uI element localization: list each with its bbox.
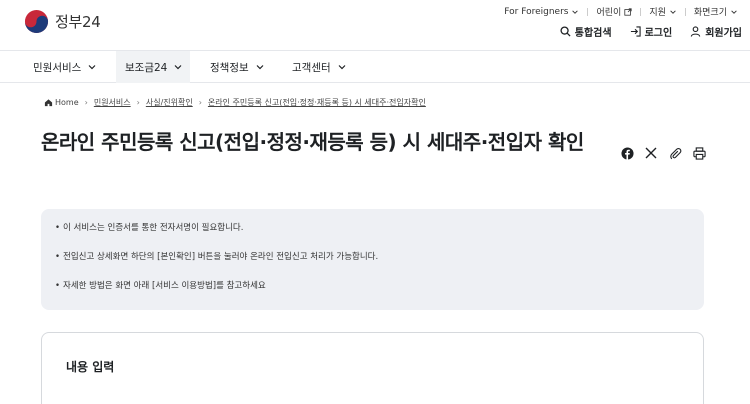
notice-item: 자세한 방법은 화면 아래 [서비스 이용방법]를 참고하세요 (55, 280, 690, 292)
nav-item-label: 고객센터 (292, 61, 331, 74)
for-foreigners-label: For Foreigners (504, 6, 569, 17)
copy-link-button[interactable] (668, 146, 682, 160)
header-actions: 통합검색 로그인 회원가입 (542, 24, 742, 39)
nav-item-policy-info[interactable]: 정책정보 (210, 51, 265, 83)
form-section-title: 내용 입력 (66, 360, 115, 374)
nav-item-civil-service[interactable]: 민원서비스 (33, 51, 97, 83)
site-logo[interactable]: 정부24 (24, 9, 101, 34)
kids-link[interactable]: 어린이 (596, 5, 632, 18)
login-button[interactable]: 로그인 (630, 24, 673, 39)
divider (684, 7, 686, 16)
breadcrumb-separator: › (198, 98, 202, 107)
search-button[interactable]: 통합검색 (560, 24, 612, 39)
input-form-card: 내용 입력 (41, 332, 704, 404)
chevron-down-icon (572, 9, 579, 14)
breadcrumb-home[interactable]: Home (55, 98, 79, 107)
breadcrumb: Home › 민원서비스 › 사실/진위확인 › 온라인 주민등록 신고(전입·… (44, 97, 426, 108)
user-icon (691, 26, 701, 37)
main-nav: 민원서비스 보조금24 정책정보 고객센터 (0, 50, 750, 83)
login-icon (630, 26, 641, 37)
divider (587, 7, 589, 16)
zoom-link[interactable]: 화면크기 (694, 5, 738, 18)
divider (640, 7, 642, 16)
facebook-icon (620, 146, 634, 160)
chevron-down-icon (174, 65, 182, 70)
notice-box: 이 서비스는 인증서를 통한 전자서명이 필요합니다. 전입신고 상세화면 하단… (41, 209, 704, 310)
external-link-icon (624, 7, 632, 16)
notice-item: 전입신고 상세화면 하단의 [본인확인] 버튼을 눌러야 온라인 전입신고 처리… (55, 251, 690, 263)
zoom-label: 화면크기 (693, 8, 727, 18)
breadcrumb-current[interactable]: 온라인 주민등록 신고(전입·정정·재등록 등) 시 세대주·전입자확인 (208, 97, 426, 108)
page-title: 온라인 주민등록 신고(전입·정정·재등록 등) 시 세대주·전입자 확인 (41, 130, 584, 154)
region-link[interactable]: 지원 (649, 5, 677, 18)
kids-label: 어린이 (596, 8, 622, 18)
nav-item-subsidy24[interactable]: 보조금24 (116, 51, 190, 83)
header: 정부24 For Foreigners 어린이 지원 화면크기 통합검색 로그인… (0, 0, 750, 50)
nav-item-customer-center[interactable]: 고객센터 (292, 51, 347, 83)
search-icon (560, 26, 571, 37)
signup-button[interactable]: 회원가입 (690, 24, 742, 39)
nav-item-label: 보조금24 (125, 61, 168, 74)
taegeuk-logo-icon (24, 9, 49, 34)
chevron-down-icon (88, 65, 96, 70)
share-tools (620, 146, 706, 160)
home-icon (44, 99, 53, 107)
logo-text: 정부24 (55, 13, 101, 31)
breadcrumb-item[interactable]: 사실/진위확인 (146, 97, 193, 108)
print-icon (692, 146, 706, 160)
login-label: 로그인 (644, 28, 673, 39)
notice-item: 이 서비스는 인증서를 통한 전자서명이 필요합니다. (55, 222, 690, 234)
print-button[interactable] (692, 146, 706, 160)
search-label: 통합검색 (574, 28, 612, 39)
breadcrumb-item[interactable]: 민원서비스 (94, 97, 131, 108)
chevron-down-icon (731, 9, 737, 14)
x-share-button[interactable] (644, 146, 658, 160)
facebook-share-button[interactable] (620, 146, 634, 160)
breadcrumb-separator: › (84, 98, 88, 107)
breadcrumb-separator: › (136, 98, 140, 107)
signup-label: 회원가입 (705, 28, 742, 39)
nav-item-label: 정책정보 (210, 61, 249, 74)
nav-item-label: 민원서비스 (33, 61, 82, 74)
chevron-down-icon (338, 65, 346, 70)
chevron-down-icon (256, 65, 264, 70)
for-foreigners-link[interactable]: For Foreigners (504, 7, 579, 17)
region-label: 지원 (649, 8, 666, 18)
x-icon (645, 147, 657, 159)
link-icon (669, 147, 681, 159)
utility-menu: For Foreigners 어린이 지원 화면크기 (504, 5, 738, 18)
chevron-down-icon (670, 9, 676, 14)
